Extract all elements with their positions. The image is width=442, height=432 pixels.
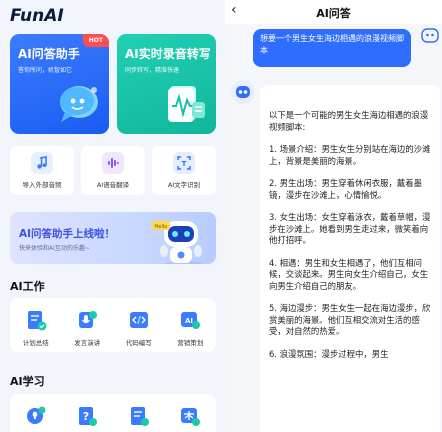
- code-icon: [129, 312, 148, 328]
- study-item-3[interactable]: [115, 405, 163, 427]
- grid-item-label: 营销策划: [177, 339, 204, 347]
- study-item-1[interactable]: [12, 405, 60, 427]
- plan-summary-button[interactable]: 计划总结: [12, 309, 60, 347]
- code-writing-button[interactable]: 代码编写: [115, 309, 163, 347]
- microphone-icon: [79, 311, 98, 328]
- user-avatar-icon: [421, 28, 439, 43]
- text-recognition-button[interactable]: T AI文字识别: [152, 146, 216, 195]
- ai-spark-icon: AI: [181, 312, 201, 329]
- tool-label: AI文字识别: [167, 181, 201, 189]
- tools-row: 导入外部音频 AI语音翻译 T AI文字识别: [10, 146, 216, 195]
- music-note-icon: [31, 152, 53, 174]
- home-screen: FunAI AI问答助手 答你所问，机智如它 HOT AI实时录音转写 同步转写…: [0, 0, 225, 432]
- bot-paragraph: 3. 女生出场：女生穿着泳衣，戴着草帽，漫步在沙滩上。她看到男生走过来，微笑着向…: [269, 212, 431, 245]
- robot-face-icon: [236, 86, 250, 98]
- ai-study-grid: ?: [10, 394, 216, 432]
- robot-hello-tag: Hello: [155, 224, 168, 230]
- document-waveform-icon: [168, 86, 205, 122]
- question-icon: ?: [79, 407, 98, 426]
- marketing-plan-button[interactable]: AI 营销策划: [166, 309, 214, 347]
- bot-message: 以下是一个可能的男生女生海边相遇的浪漫视频脚本: 1. 场景介绍：男生女生分别站…: [260, 85, 440, 432]
- promo-banner[interactable]: AI问答助手上线啦！ 快来体验和AI互动的乐趣~ Hello: [10, 212, 216, 264]
- import-audio-button[interactable]: 导入外部音频: [10, 146, 74, 195]
- grid-item-label: 计划总结: [22, 339, 49, 347]
- bot-paragraph: 5. 海边漫步：男生女生一起在海边漫步，欣赏美丽的海景。他们互相交流对生活的感受…: [269, 303, 431, 336]
- bot-paragraph: 1. 场景介绍：男生女生分别站在海边的沙滩上，背景是美丽的海景。: [269, 144, 431, 166]
- bot-intro: 以下是一个可能的男生女生海边相遇的浪漫视频脚本:: [269, 110, 429, 132]
- card-title: AI问答助手: [18, 47, 80, 61]
- svg-text:?: ?: [83, 410, 89, 423]
- banner-title: AI问答助手上线啦！: [19, 228, 116, 240]
- speech-button[interactable]: 发言演讲: [63, 309, 111, 347]
- svg-text:AI: AI: [185, 317, 193, 325]
- user-message: 想要一个男生女生海边相遇的浪漫视频脚本: [253, 29, 411, 67]
- tool-label: AI语音翻译: [96, 181, 130, 189]
- document-check-icon: [27, 311, 47, 331]
- ai-work-grid: 计划总结 发言演讲 代码编写 AI 营销策划: [10, 298, 216, 352]
- grid-item-label: 代码编写: [125, 339, 152, 347]
- chat-header: ‹ AI问答: [225, 0, 442, 24]
- bot-paragraph: 6. 浪漫氛围：漫步过程中，男生: [269, 348, 389, 359]
- card-title: AI实时录音转写: [125, 47, 211, 61]
- app-title: FunAI: [10, 6, 64, 26]
- soundwave-icon: [102, 152, 124, 174]
- ai-qa-assistant-card[interactable]: AI问答助手 答你所问，机智如它 HOT: [10, 34, 109, 134]
- section-title-ai-study: AI学习: [10, 375, 45, 388]
- tool-label: 导入外部音频: [22, 181, 62, 189]
- section-title-ai-work: AI工作: [10, 280, 45, 293]
- chat-screen: ‹ AI问答 想要一个男生女生海边相遇的浪漫视频脚本 以下是一个可能的男生女生海…: [225, 0, 442, 432]
- study-item-4[interactable]: [166, 405, 214, 427]
- chat-bubble-icon: [60, 86, 98, 122]
- banner-subtitle: 快来体验和AI互动的乐趣~: [19, 245, 90, 252]
- bot-paragraph: 4. 相遇：男生和女生相遇了，他们互相问候，交谈起来。男生向女生介绍自己，女生向…: [269, 257, 429, 291]
- svg-text:T: T: [182, 160, 187, 168]
- robot-mascot-icon: Hello: [152, 221, 204, 264]
- ai-transcription-card[interactable]: AI实时录音转写 同步转写，精准快速: [117, 34, 216, 134]
- hot-badge: HOT: [82, 34, 109, 47]
- lightbulb-icon: [26, 406, 46, 424]
- grid-item-label: 发言演讲: [74, 339, 101, 347]
- bot-avatar: [231, 80, 255, 104]
- card-subtitle: 同步转写，精准快速: [125, 67, 180, 74]
- voice-translate-button[interactable]: AI语音翻译: [81, 146, 145, 195]
- edit-document-icon: [130, 407, 149, 426]
- card-subtitle: 答你所问，机智如它: [18, 67, 73, 74]
- translate-icon: [181, 408, 201, 426]
- scan-text-icon: T: [173, 152, 195, 174]
- chat-title: AI问答: [316, 7, 351, 20]
- study-item-2[interactable]: ?: [63, 405, 111, 427]
- bot-paragraph: 2. 男生出场：男生穿着休闲衣服，戴着墨镜，漫步在沙滩上，心情愉悦。: [269, 178, 423, 200]
